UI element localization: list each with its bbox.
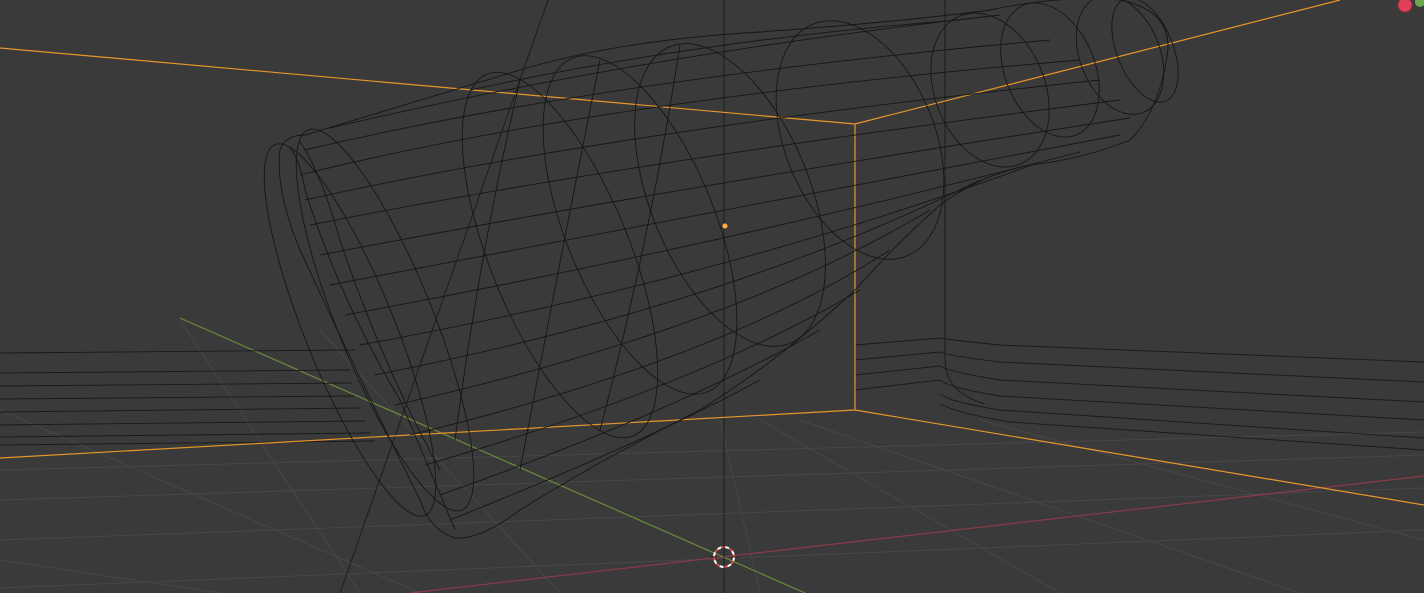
object-origin-icon[interactable]	[721, 222, 729, 230]
viewport-background	[0, 0, 1424, 593]
3d-viewport[interactable]	[0, 0, 1424, 593]
